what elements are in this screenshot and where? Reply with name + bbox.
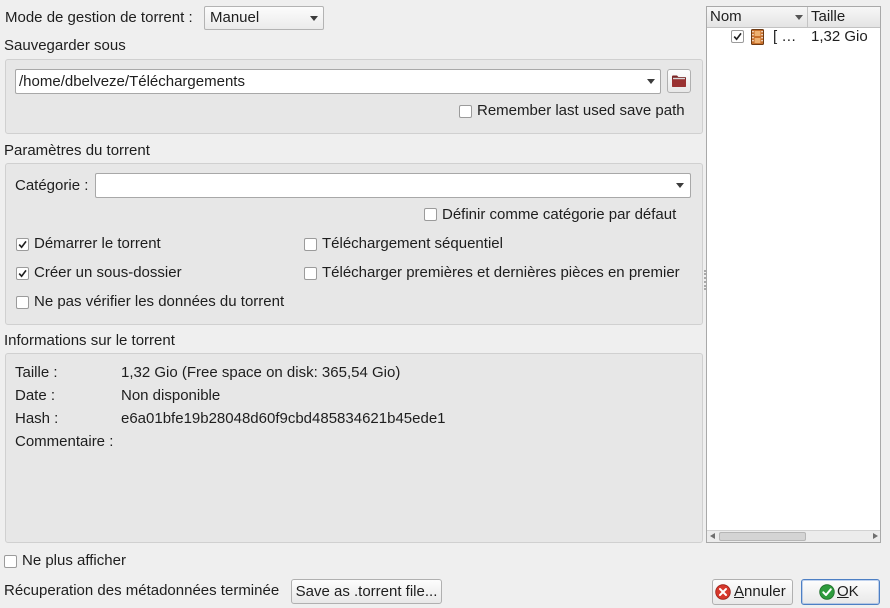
first-last-pieces-checkbox[interactable] bbox=[304, 267, 317, 280]
remember-save-path-label[interactable]: Remember last used save path bbox=[477, 102, 685, 120]
file-size: 1,32 Gio bbox=[811, 28, 868, 45]
film-icon bbox=[751, 29, 764, 45]
cancel-icon bbox=[715, 584, 731, 600]
file-name: [ … bbox=[773, 28, 797, 45]
horizontal-scrollbar[interactable] bbox=[707, 530, 880, 542]
sequential-download-label[interactable]: Téléchargement séquentiel bbox=[322, 235, 503, 253]
info-size-label: Taille : bbox=[15, 364, 58, 381]
scroll-left-icon[interactable] bbox=[710, 533, 715, 539]
management-mode-select[interactable]: Manuel bbox=[204, 6, 324, 30]
chevron-down-icon[interactable] bbox=[647, 79, 655, 84]
management-mode-label: Mode de gestion de torrent : bbox=[5, 9, 193, 26]
torrent-info-title: Informations sur le torrent bbox=[4, 332, 175, 349]
info-hash-value: e6a01bfe19b28048d60f9cbd485834621b45ede1 bbox=[121, 410, 446, 427]
category-label: Catégorie : bbox=[15, 177, 89, 194]
dont-show-again-label[interactable]: Ne plus afficher bbox=[22, 552, 126, 570]
create-subfolder-label[interactable]: Créer un sous-dossier bbox=[34, 264, 182, 282]
browse-folder-button[interactable] bbox=[667, 69, 691, 93]
ok-check-icon bbox=[819, 584, 835, 600]
folder-icon bbox=[671, 74, 687, 90]
skip-hash-check-checkbox[interactable] bbox=[16, 296, 29, 309]
default-category-label[interactable]: Définir comme catégorie par défaut bbox=[442, 206, 676, 224]
save-torrent-file-label: Save as .torrent file... bbox=[295, 583, 438, 600]
save-path-input[interactable]: /home/dbelveze/Téléchargements bbox=[15, 69, 661, 94]
file-tree[interactable]: Nom Taille [ … 1,32 Gio bbox=[706, 6, 881, 543]
scrollbar-handle[interactable] bbox=[719, 532, 806, 541]
save-path-value: /home/dbelveze/Téléchargements bbox=[19, 73, 245, 90]
info-comment-label: Commentaire : bbox=[15, 433, 114, 450]
info-date-value: Non disponible bbox=[121, 387, 221, 404]
skip-hash-check-label[interactable]: Ne pas vérifier les données du torrent bbox=[34, 293, 284, 311]
cancel-button-label: Annuler bbox=[734, 583, 786, 600]
ok-button-label: OK bbox=[837, 583, 859, 600]
first-last-pieces-label[interactable]: Télécharger premières et dernières pièce… bbox=[322, 264, 680, 282]
info-date-label: Date : bbox=[15, 387, 56, 404]
column-divider[interactable] bbox=[807, 7, 808, 27]
status-text: Récuperation des métadonnées terminée bbox=[4, 582, 280, 599]
management-mode-value: Manuel bbox=[210, 9, 260, 26]
start-torrent-checkbox[interactable] bbox=[16, 238, 29, 251]
sequential-download-checkbox[interactable] bbox=[304, 238, 317, 251]
add-torrent-dialog: { "management_mode": { "label": "Mode de… bbox=[0, 0, 890, 608]
column-header-size[interactable]: Taille bbox=[811, 7, 845, 27]
cancel-button[interactable]: Annuler bbox=[712, 579, 793, 605]
create-subfolder-checkbox[interactable] bbox=[16, 267, 29, 280]
file-checkbox[interactable] bbox=[731, 30, 744, 43]
sort-down-icon bbox=[795, 15, 803, 20]
torrent-params-title: Paramètres du torrent bbox=[4, 142, 150, 159]
file-row[interactable]: [ … 1,32 Gio bbox=[707, 28, 880, 46]
info-hash-label: Hash : bbox=[15, 410, 59, 427]
ok-button[interactable]: OK bbox=[801, 579, 880, 605]
start-torrent-label[interactable]: Démarrer le torrent bbox=[34, 235, 161, 253]
category-select[interactable] bbox=[95, 173, 691, 198]
chevron-down-icon bbox=[310, 16, 318, 21]
remember-save-path-checkbox[interactable] bbox=[459, 105, 472, 118]
info-size-value: 1,32 Gio (Free space on disk: 365,54 Gio… bbox=[121, 364, 401, 381]
save-location-title: Sauvegarder sous bbox=[4, 37, 126, 54]
default-category-checkbox[interactable] bbox=[424, 208, 437, 221]
file-tree-header: Nom Taille bbox=[707, 7, 880, 28]
column-header-name[interactable]: Nom bbox=[710, 7, 742, 27]
dont-show-again-checkbox[interactable] bbox=[4, 555, 17, 568]
chevron-down-icon[interactable] bbox=[676, 183, 684, 188]
save-torrent-file-button[interactable]: Save as .torrent file... bbox=[291, 579, 442, 604]
scroll-right-icon[interactable] bbox=[873, 533, 878, 539]
